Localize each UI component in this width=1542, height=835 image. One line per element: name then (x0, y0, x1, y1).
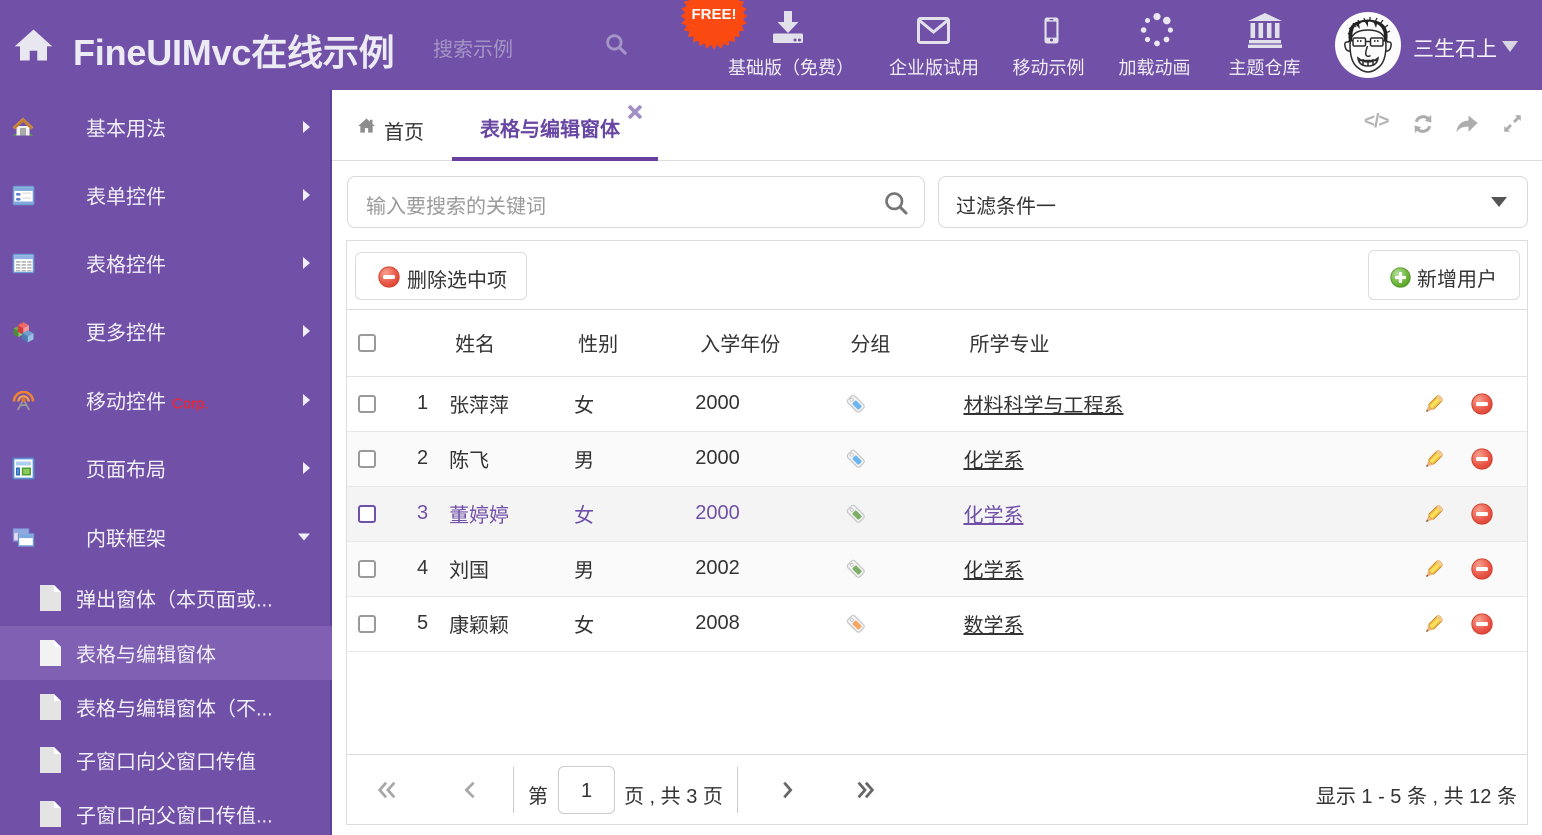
svg-text:FREE!: FREE! (692, 6, 737, 23)
